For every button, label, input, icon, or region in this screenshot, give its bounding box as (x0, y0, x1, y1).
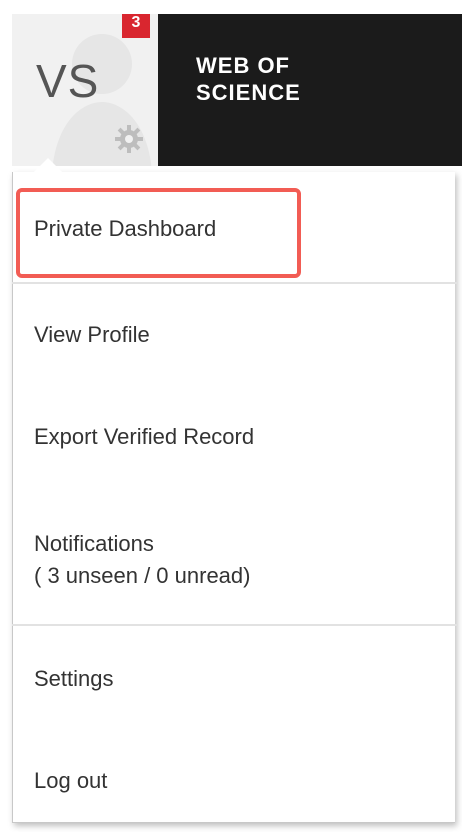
menu-item-log-out[interactable]: Log out (34, 768, 107, 794)
gear-icon[interactable] (114, 124, 144, 154)
brand-line-1: WEB OF (196, 53, 290, 78)
menu-item-private-dashboard[interactable]: Private Dashboard (34, 216, 216, 242)
brand-line-2: SCIENCE (196, 80, 301, 105)
avatar-initials: VS (36, 55, 100, 107)
menu-item-notifications[interactable]: Notifications ( 3 unseen / 0 unread) (34, 528, 250, 592)
notifications-count-text: ( 3 unseen / 0 unread) (34, 563, 251, 588)
menu-divider (12, 282, 458, 284)
menu-item-settings[interactable]: Settings (34, 666, 114, 692)
menu-divider (12, 624, 458, 626)
notification-count-badge[interactable]: 3 (122, 14, 150, 38)
notifications-label: Notifications (34, 531, 154, 556)
account-dropdown-screenshot: VS 3 WEB OF SCIENCE Private Dashboard Vi… (0, 0, 462, 832)
menu-item-export-verified-record[interactable]: Export Verified Record (34, 424, 254, 450)
brand-logo-text[interactable]: WEB OF SCIENCE (196, 52, 301, 106)
account-dropdown-menu (12, 172, 455, 823)
menu-pointer-caret (34, 158, 62, 172)
menu-item-view-profile[interactable]: View Profile (34, 322, 150, 348)
